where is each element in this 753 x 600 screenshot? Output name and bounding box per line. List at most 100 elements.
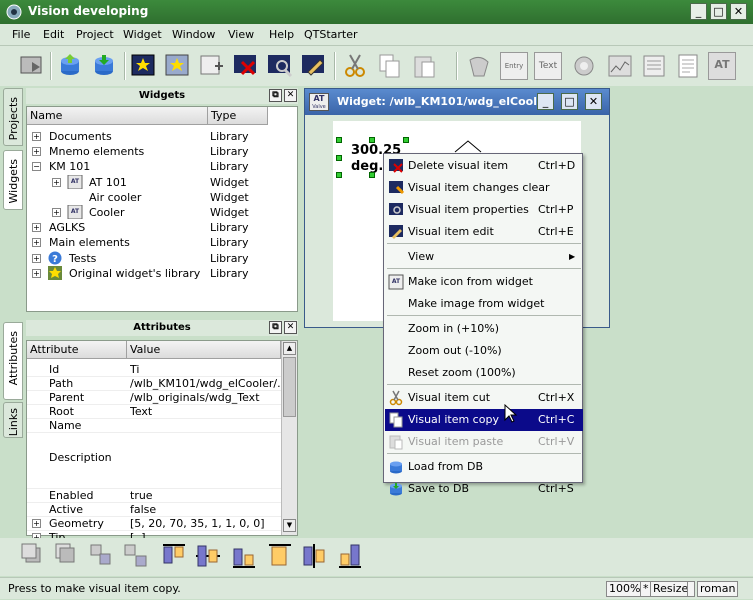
menu-edit[interactable]: Edit [43, 28, 64, 41]
expand-icon[interactable]: + [32, 268, 41, 278]
level-down-icon[interactable] [54, 542, 82, 570]
dock-tab-widgets[interactable]: Widgets [3, 150, 23, 210]
expand-icon[interactable]: + [52, 177, 61, 187]
tree-row[interactable]: + Mnemo elements Library [27, 144, 297, 159]
menu-view[interactable]: View [228, 28, 254, 41]
widget-maximize-button[interactable]: □ [561, 93, 578, 110]
ungroup-icon[interactable] [122, 542, 150, 570]
paste-icon[interactable] [410, 52, 438, 80]
expand-icon[interactable]: + [32, 519, 41, 528]
attribute-value[interactable]: /wlb_KM101/wdg_elCooler/... [130, 377, 280, 390]
resize-handle[interactable] [369, 137, 375, 143]
add-item-icon[interactable] [198, 52, 226, 80]
float-panel-button[interactable]: ⧉ [269, 321, 282, 334]
close-button[interactable]: ✕ [730, 3, 747, 20]
expand-icon[interactable]: + [32, 132, 41, 141]
add-widget-2-icon[interactable] [164, 52, 192, 80]
tree-row[interactable]: + Main elements Library [27, 235, 297, 250]
menu-item-zoom-out-10[interactable]: Zoom out (-10%) [385, 340, 583, 362]
align-bottom-icon[interactable] [230, 542, 258, 570]
scroll-thumb[interactable] [283, 357, 296, 417]
attribute-row[interactable]: Active false [27, 503, 281, 517]
tree-row[interactable]: Air cooler Widget [27, 190, 297, 205]
menu-item-make-image-from-widget[interactable]: Make image from widget [385, 293, 583, 315]
expand-icon[interactable]: + [32, 147, 41, 157]
scroll-down-button[interactable]: ▼ [283, 519, 296, 532]
tree-row[interactable]: + AGLKS Library [27, 220, 297, 235]
widget-minimize-button[interactable]: _ [537, 93, 554, 110]
item-edit-icon[interactable] [300, 52, 328, 80]
maximize-button[interactable]: □ [710, 3, 727, 20]
align-hcenter-icon[interactable] [300, 542, 328, 570]
zoom-indicator[interactable]: 100% [606, 581, 644, 597]
widget-window-titlebar[interactable]: AT Valve Widget: /wlb_KM101/wdg_elCooler… [305, 89, 609, 115]
tree-row[interactable]: + AT AT 101 Widget [27, 174, 297, 190]
menu-item-reset-zoom-100[interactable]: Reset zoom (100%) [385, 362, 583, 384]
tree-row[interactable]: + AT Cooler Widget [27, 205, 297, 220]
level-up-icon[interactable] [20, 542, 48, 570]
elem-document-icon[interactable] [674, 52, 702, 80]
attribute-value[interactable]: Ti [130, 363, 280, 376]
attribute-value[interactable]: /wlb_originals/wdg_Text [130, 391, 280, 404]
menu-item-make-icon-from-widget[interactable]: AT Make icon from widget [385, 271, 583, 293]
menu-help[interactable]: Help [269, 28, 294, 41]
elem-diagram-icon[interactable] [606, 52, 634, 80]
scroll-up-button[interactable]: ▲ [283, 342, 296, 355]
menu-item-view[interactable]: View ▶ [385, 246, 583, 268]
resize-handle[interactable] [369, 172, 375, 178]
resize-handle[interactable] [403, 137, 409, 143]
column-header-value[interactable]: Value [127, 341, 281, 359]
align-vcenter-icon[interactable] [194, 542, 222, 570]
align-top-icon[interactable] [160, 542, 188, 570]
menu-item-visual-item-edit[interactable]: Visual item edit Ctrl+E [385, 221, 583, 243]
tree-row[interactable]: − KM 101 Library [27, 159, 297, 174]
attribute-row[interactable]: Parent/wlb_originals/wdg_Text [27, 391, 281, 405]
attribute-row[interactable]: Root Text [27, 405, 281, 419]
menu-item-visual-item-changes-clear[interactable]: Visual item changes clear [385, 177, 583, 199]
db-save-icon[interactable] [18, 52, 46, 80]
menu-item-load-from-db[interactable]: Load from DB [385, 456, 583, 478]
float-panel-button[interactable]: ⧉ [269, 89, 282, 102]
column-header-name[interactable]: Name [27, 107, 208, 125]
resize-indicator[interactable]: Resize [650, 581, 692, 597]
item-props-icon[interactable] [266, 52, 294, 80]
menu-item-delete-visual-item[interactable]: Delete visual item Ctrl+D [385, 155, 583, 177]
cut-icon[interactable] [342, 52, 370, 80]
attribute-value[interactable]: [5, 20, 70, 35, 1, 1, 0, 0] [130, 517, 280, 530]
group-icon[interactable] [88, 542, 116, 570]
attribute-row[interactable]: Name [27, 419, 281, 433]
attribute-row[interactable]: + Geometry [5, 20, 70, 35, 1, 1, 0, 0] [27, 517, 281, 531]
collapse-icon[interactable]: − [32, 162, 41, 172]
dock-tab-links[interactable]: Links [3, 402, 23, 438]
tree-row[interactable]: + Original widget's library Library [27, 265, 297, 281]
widget-close-button[interactable]: ✕ [585, 93, 602, 110]
elem-entry-icon[interactable]: Entry [500, 52, 528, 80]
tree-row[interactable]: +? Tests Library [27, 251, 297, 266]
align-right-icon[interactable] [336, 542, 364, 570]
expand-icon[interactable]: + [32, 238, 41, 248]
menu-widget[interactable]: Widget [123, 28, 162, 41]
minimize-button[interactable]: _ [690, 3, 707, 20]
menu-item-visual-item-copy[interactable]: Visual item copy Ctrl+C [385, 409, 583, 431]
widgets-tree[interactable]: Name Type + Documents Library + Mnemo elemen… [26, 106, 298, 312]
column-header-type[interactable]: Type [208, 107, 268, 125]
menu-item-visual-item-cut[interactable]: Visual item cut Ctrl+X [385, 387, 583, 409]
expand-icon[interactable]: + [32, 253, 41, 263]
dock-tab-projects[interactable]: Projects [3, 88, 23, 146]
save-db-icon[interactable] [90, 52, 118, 80]
menu-item-visual-item-properties[interactable]: Visual item properties Ctrl+P [385, 199, 583, 221]
attributes-table[interactable]: Attribute Value Id Ti Path/wlb_KM101/wdg_e… [26, 340, 298, 545]
attributes-scrollbar[interactable]: ▲ ▼ [281, 341, 297, 535]
resize-handle[interactable] [336, 137, 342, 143]
elem-gear-icon[interactable] [570, 52, 598, 80]
attribute-value[interactable]: false [130, 503, 280, 516]
resize-handle[interactable] [336, 155, 342, 161]
expand-icon[interactable]: + [52, 208, 61, 217]
attribute-row[interactable]: Path/wlb_KM101/wdg_elCooler/... [27, 377, 281, 391]
menu-item-save-to-db[interactable]: Save to DB Ctrl+S [385, 478, 583, 500]
menu-item-visual-item-paste[interactable]: Visual item paste Ctrl+V [385, 431, 583, 453]
load-db-icon[interactable] [56, 52, 84, 80]
elem-vtext-icon[interactable]: AT [708, 52, 736, 80]
attribute-row[interactable]: Id Ti [27, 363, 281, 377]
dock-tab-attributes[interactable]: Attributes [3, 322, 23, 400]
